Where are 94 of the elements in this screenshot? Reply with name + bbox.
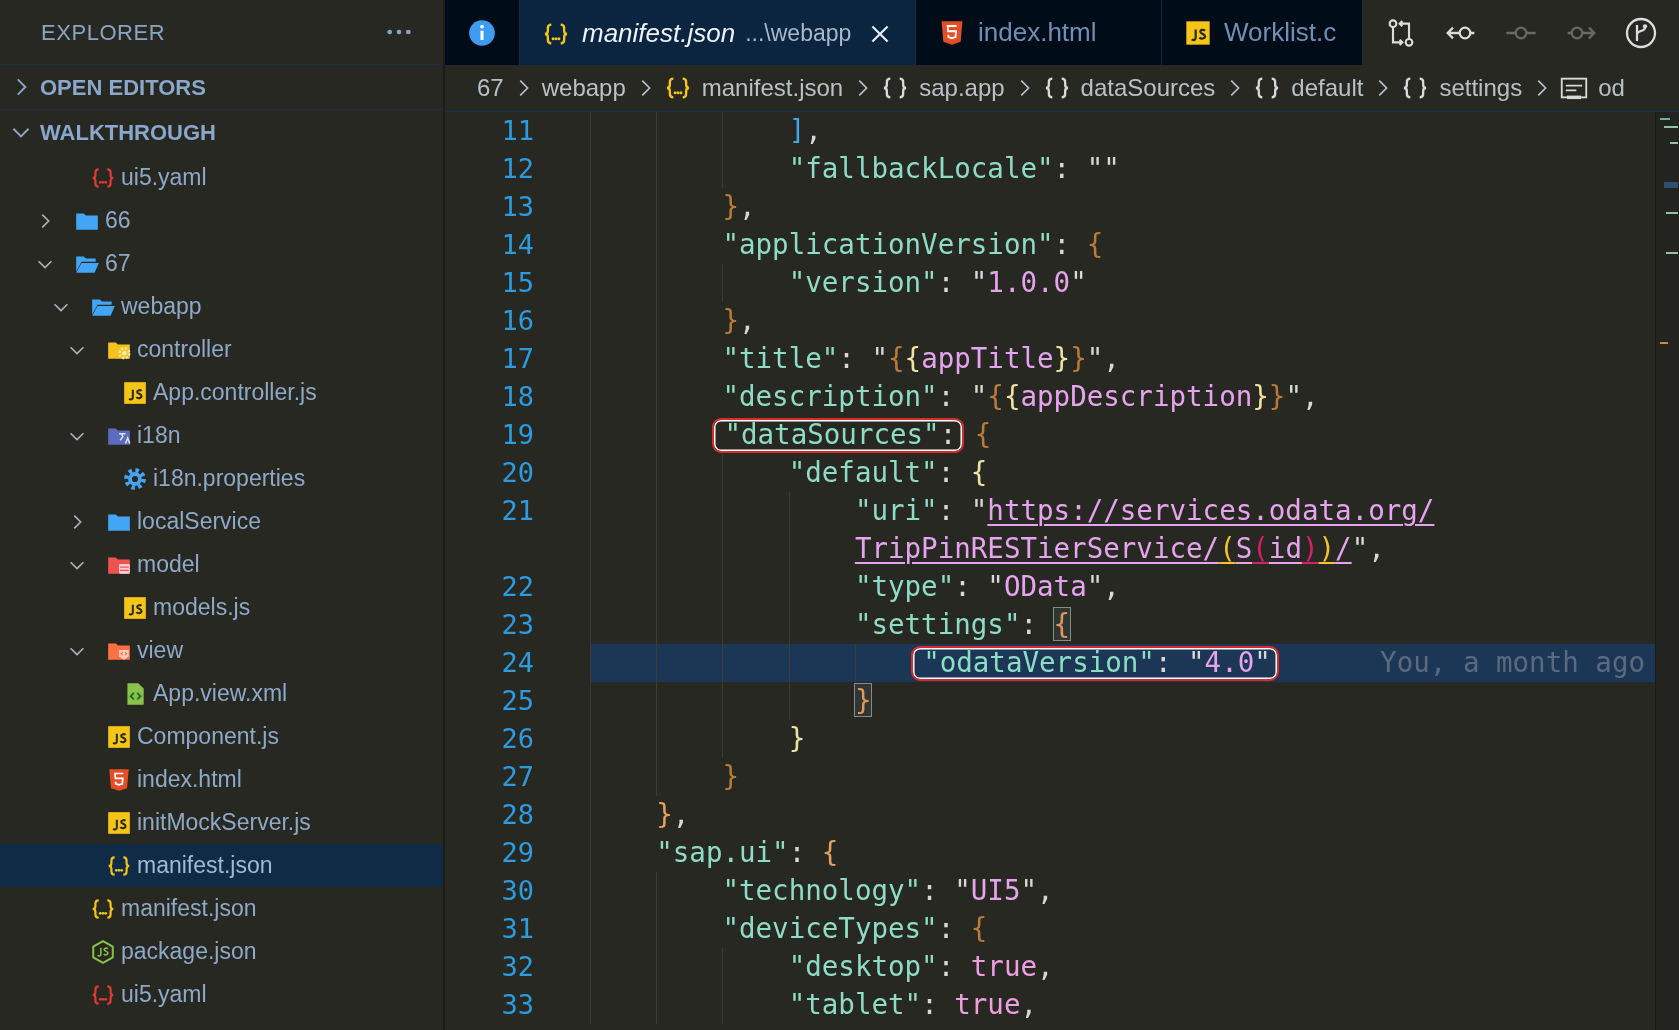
line-number: 24 <box>501 647 534 678</box>
code-text: "sap.ui": { <box>656 835 839 871</box>
line-number: 30 <box>501 875 534 906</box>
tab-label: Worklist.c <box>1224 16 1337 49</box>
hexagon-icon <box>90 938 116 965</box>
code-text: }, <box>722 303 756 339</box>
code-text: } <box>854 683 872 719</box>
line-number: 22 <box>501 571 534 602</box>
code-text: "technology": "UI5", <box>722 873 1054 909</box>
line-number: 21 <box>501 495 534 526</box>
tab-label: index.html <box>978 16 1097 49</box>
code-text: { <box>974 417 992 453</box>
line-number: 25 <box>501 685 534 716</box>
breadcrumb-item[interactable]: settings <box>1401 70 1523 106</box>
js-file-icon <box>122 379 148 406</box>
tree-item[interactable]: ui5.yaml <box>0 156 443 199</box>
editor-tab[interactable]: manifest.json ...\webapp <box>520 0 916 65</box>
js-file-icon <box>1184 18 1212 47</box>
code-text: }, <box>722 189 756 225</box>
code-text: }, <box>656 797 690 833</box>
tree-item[interactable]: i18n.properties <box>0 457 443 500</box>
line-number: 33 <box>501 989 534 1020</box>
line-number: 27 <box>501 761 534 792</box>
code-text: "desktop": true, <box>788 949 1054 985</box>
sidebar-title: EXPLORER <box>41 18 166 47</box>
blame-annotation: You, a month ago <box>1380 645 1645 681</box>
tree-item[interactable]: ui5.yaml <box>0 973 443 1016</box>
breadcrumb-item[interactable]: manifest.json <box>663 70 844 106</box>
tree-item[interactable]: App.controller.js <box>0 371 443 414</box>
breadcrumb-item[interactable]: dataSources <box>1042 70 1216 106</box>
line-number: 28 <box>501 799 534 830</box>
js-file-icon <box>106 809 132 836</box>
line-number: 18 <box>501 381 534 412</box>
gear-icon <box>122 465 148 492</box>
tree-item[interactable]: i18n <box>0 414 443 457</box>
code-text: "applicationVersion": { <box>722 227 1104 263</box>
line-number: 13 <box>501 191 534 222</box>
line-number: 23 <box>501 609 534 640</box>
tree-item[interactable]: index.html <box>0 758 443 801</box>
section-header[interactable]: WALKTHROUGH <box>0 109 443 154</box>
breadcrumb-item[interactable]: 67 <box>477 70 504 106</box>
code-text: "settings": { <box>854 607 1071 643</box>
tree-item[interactable]: view <box>0 629 443 672</box>
breadcrumb-item[interactable]: sap.app <box>881 70 1005 106</box>
code-text: "deviceTypes": { <box>722 911 988 947</box>
line-number: 15 <box>501 267 534 298</box>
tree-item[interactable]: Component.js <box>0 715 443 758</box>
outlined-code: "odataVersion": "4.0" <box>911 645 1279 681</box>
code-text: "version": "1.0.0" <box>788 265 1087 301</box>
code-text: "default": { <box>788 455 988 491</box>
line-number: 32 <box>501 951 534 982</box>
line-number: 19 <box>501 419 534 450</box>
tree-item[interactable]: localService <box>0 500 443 543</box>
line-number: 20 <box>501 457 534 488</box>
tree-item[interactable]: controller <box>0 328 443 371</box>
tree-item[interactable]: webapp <box>0 285 443 328</box>
js-file-icon <box>106 723 132 750</box>
tab-label: manifest.json <box>582 17 736 50</box>
code-text: "title": "{{appTitle}}", <box>722 341 1120 377</box>
code-text: } <box>722 759 739 795</box>
code-text: "type": "OData", <box>854 569 1120 605</box>
line-number: 12 <box>501 153 534 184</box>
tree-item[interactable]: App.view.xml <box>0 672 443 715</box>
line-number: 14 <box>501 229 534 260</box>
tree-item[interactable]: models.js <box>0 586 443 629</box>
section-header[interactable]: OPEN EDITORS <box>0 64 443 109</box>
line-number: 26 <box>501 723 534 754</box>
info-icon <box>468 18 496 47</box>
outlined-code: "dataSources": <box>712 417 965 453</box>
code-text: TripPinRESTierService/(S(id))/", <box>854 531 1385 567</box>
breadcrumb-item[interactable]: default <box>1253 70 1364 106</box>
tree-item[interactable]: model <box>0 543 443 586</box>
line-number: 17 <box>501 343 534 374</box>
code-text: "description": "{{appDescription}}", <box>722 379 1319 415</box>
tree-item[interactable]: manifest.json <box>0 887 443 930</box>
tree-item[interactable]: 66 <box>0 199 443 242</box>
line-number: 29 <box>501 837 534 868</box>
tree-item[interactable]: 67 <box>0 242 443 285</box>
code-text: "uri": "https://services.odata.org/ <box>854 493 1435 529</box>
tree-item[interactable]: manifest.json <box>0 844 443 887</box>
breadcrumb-item[interactable]: webapp <box>541 70 626 106</box>
line-number: 31 <box>501 913 534 944</box>
code-text: } <box>788 721 806 757</box>
tree-item[interactable]: package.json <box>0 930 443 973</box>
line-number: 11 <box>501 115 534 146</box>
code-text: ], <box>788 113 822 149</box>
tree-item[interactable]: initMockServer.js <box>0 801 443 844</box>
git-branch-icon[interactable] <box>1625 16 1657 49</box>
code-text: "fallbackLocale": "" <box>788 151 1120 187</box>
html-file-icon <box>106 766 132 793</box>
code-text: "tablet": true, <box>788 987 1038 1023</box>
line-number: 16 <box>501 305 534 336</box>
js-file-icon <box>122 594 148 621</box>
breadcrumb-item[interactable]: od <box>1560 70 1625 106</box>
